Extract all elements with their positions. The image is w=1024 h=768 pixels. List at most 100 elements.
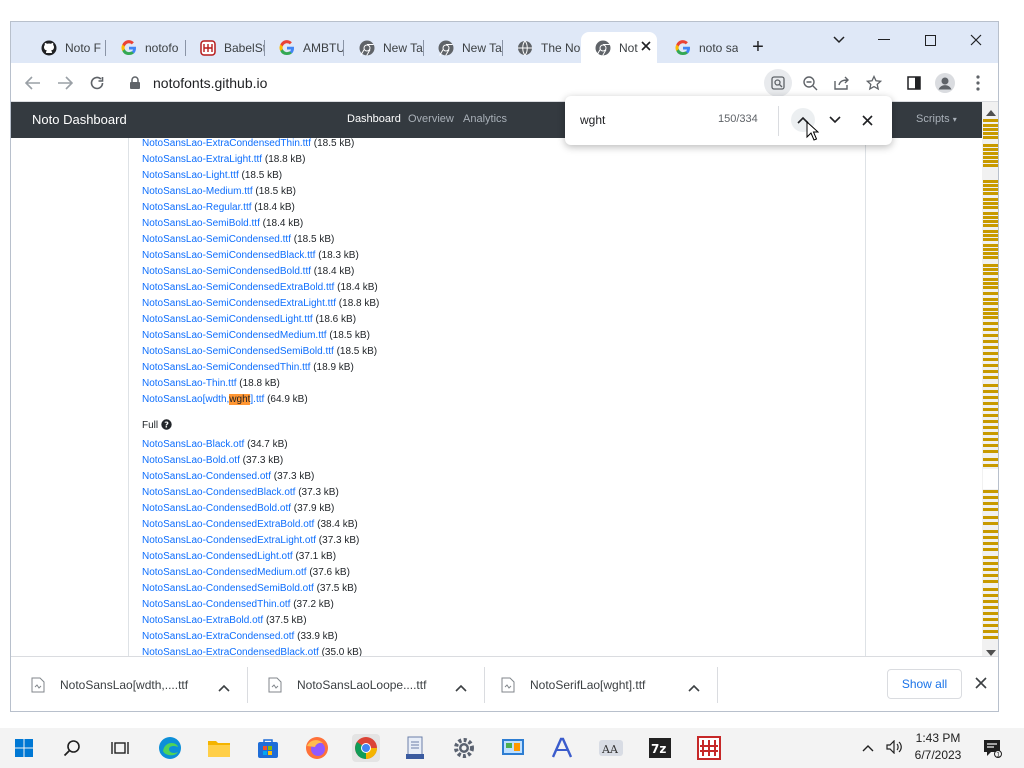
notifications-icon[interactable]: 1 (982, 738, 1002, 761)
font-file-link[interactable]: NotoSansLao-SemiCondensedSemiBold.ttf (142, 346, 334, 357)
volume-icon[interactable] (886, 739, 902, 757)
search-icon[interactable] (58, 734, 86, 762)
red-app-icon[interactable] (695, 734, 723, 762)
microsoft-store-icon[interactable] (254, 734, 282, 762)
font-file-link[interactable]: NotoSansLao-Black.otf (142, 439, 244, 450)
document-app-icon[interactable] (401, 734, 429, 762)
help-icon[interactable]: ? (161, 419, 172, 433)
font-file-link[interactable]: NotoSansLao-CondensedExtraLight.otf (142, 535, 316, 546)
7zip-icon[interactable]: 7z (646, 734, 674, 762)
page-scrollbar[interactable] (982, 102, 998, 656)
font-app-icon[interactable] (548, 734, 576, 762)
browser-tab[interactable]: The No (503, 32, 581, 63)
download-chevron-up-icon[interactable] (688, 681, 700, 695)
font-file-link[interactable]: NotoSansLao-CondensedMedium.otf (142, 567, 307, 578)
font-file-link[interactable]: NotoSansLao-Medium.ttf (142, 186, 253, 197)
font-file-link[interactable]: NotoSansLao-ExtraLight.ttf (142, 154, 262, 165)
find-next-button[interactable] (823, 108, 847, 132)
start-windows-icon[interactable] (10, 734, 38, 762)
font-file-link[interactable]: NotoSansLao-SemiCondensedBold.ttf (142, 266, 311, 277)
reload-button[interactable] (83, 69, 111, 97)
font-file-link[interactable]: NotoSansLao-SemiCondensedExtraLight.ttf (142, 298, 336, 309)
browser-tab[interactable]: Not (581, 32, 657, 63)
tab-search-chevron-icon[interactable] (819, 26, 859, 54)
find-match-marker (983, 490, 998, 493)
back-button[interactable] (19, 69, 47, 97)
close-shelf-icon[interactable] (975, 677, 987, 692)
new-tab-button[interactable]: + (746, 35, 770, 59)
control-panel-icon[interactable] (499, 734, 527, 762)
font-file-link[interactable]: NotoSansLao-SemiCondensedExtraBold.ttf (142, 282, 334, 293)
chrome-taskbar-icon[interactable] (352, 734, 380, 762)
minimize-button[interactable] (864, 26, 904, 54)
font-file-link[interactable]: NotoSansLao-SemiCondensed.ttf (142, 234, 291, 245)
font-file-link[interactable]: NotoSansLao-Light.ttf (142, 170, 239, 181)
font-file-link[interactable]: NotoSansLao-ExtraCondensedBlack.otf (142, 647, 319, 656)
nav-dashboard[interactable]: Dashboard (347, 113, 401, 125)
font-file-link[interactable]: NotoSansLao-SemiCondensedMedium.ttf (142, 330, 327, 341)
browser-tab[interactable]: BabelSt (186, 32, 264, 63)
zoom-icon[interactable] (796, 69, 824, 97)
font-file-link[interactable]: NotoSansLao-CondensedExtraBold.otf (142, 519, 314, 530)
font-file-link[interactable]: NotoSansLao-CondensedSemiBold.otf (142, 583, 314, 594)
clock-date[interactable]: 6/7/2023 (911, 748, 965, 762)
close-tab-icon[interactable] (641, 40, 651, 54)
show-all-button[interactable]: Show all (887, 669, 962, 699)
font-file-link[interactable]: NotoSansLao-Thin.ttf (142, 378, 237, 389)
font-file-link[interactable]: NotoSansLao-CondensedBlack.otf (142, 487, 295, 498)
font-file-link[interactable]: NotoSansLao-ExtraCondensed.otf (142, 631, 294, 642)
font-file-link[interactable]: NotoSansLao-SemiCondensedLight.ttf (142, 314, 313, 325)
nav-overview[interactable]: Overview (408, 113, 454, 125)
edge-icon[interactable] (156, 734, 184, 762)
font-file-link[interactable]: NotoSansLao-Condensed.otf (142, 471, 271, 482)
clock-time[interactable]: 1:43 PM (913, 731, 963, 745)
close-window-button[interactable] (956, 26, 996, 54)
font-file-link[interactable]: NotoSansLao-Regular.ttf (142, 202, 252, 213)
task-view-icon[interactable] (106, 734, 134, 762)
download-item[interactable]: NotoSansLao[wdth,....ttf (11, 657, 241, 711)
scroll-thumb[interactable] (983, 469, 998, 489)
side-panel-icon[interactable] (900, 69, 928, 97)
address-bar[interactable]: notofonts.github.io (153, 75, 267, 91)
download-item[interactable]: NotoSerifLao[wght].ttf (481, 657, 711, 711)
font-file-link[interactable]: NotoSansLao-ExtraCondensedThin.ttf (142, 138, 311, 149)
bookmark-star-icon[interactable] (860, 69, 888, 97)
find-in-page-icon[interactable] (764, 69, 792, 97)
download-item[interactable]: NotoSansLaoLoope....ttf (248, 657, 478, 711)
font-file-link[interactable]: NotoSansLao-ExtraBold.otf (142, 615, 263, 626)
font-file-link[interactable]: NotoSansLao-CondensedThin.otf (142, 599, 290, 610)
share-icon[interactable] (828, 69, 856, 97)
font-file-link[interactable]: NotoSansLao-Bold.otf (142, 455, 240, 466)
profile-avatar-icon[interactable] (931, 69, 959, 97)
find-input[interactable]: wght (580, 113, 605, 127)
download-chevron-up-icon[interactable] (218, 681, 230, 695)
forward-button[interactable] (51, 69, 79, 97)
browser-tab[interactable]: notofo (107, 32, 185, 63)
site-brand[interactable]: Noto Dashboard (32, 112, 127, 127)
font-file-link[interactable]: NotoSansLao-SemiCondensedThin.ttf (142, 362, 310, 373)
settings-gear-icon[interactable] (450, 734, 478, 762)
browser-tab[interactable]: Noto F (27, 32, 105, 63)
lock-icon[interactable] (121, 69, 149, 97)
browser-tab[interactable]: New Ta (424, 32, 502, 63)
maximize-button[interactable] (910, 26, 950, 54)
menu-kebab-icon[interactable] (964, 69, 992, 97)
variable-font-file-link[interactable]: NotoSansLao[wdth,wght].ttf (142, 394, 264, 405)
font-file-link[interactable]: NotoSansLao-CondensedLight.otf (142, 551, 293, 562)
scroll-up-arrow-icon[interactable] (986, 105, 996, 119)
tray-chevron-up-icon[interactable] (862, 741, 874, 755)
browser-tab[interactable]: noto sa (661, 32, 739, 63)
download-chevron-up-icon[interactable] (455, 681, 467, 695)
file-explorer-icon[interactable] (205, 734, 233, 762)
file-size: (34.7 kB) (247, 439, 288, 450)
font-file-link[interactable]: NotoSansLao-SemiBold.ttf (142, 218, 260, 229)
font-file-link[interactable]: NotoSansLao-CondensedBold.otf (142, 503, 291, 514)
firefox-icon[interactable] (303, 734, 331, 762)
font-file-link[interactable]: NotoSansLao-SemiCondensedBlack.ttf (142, 250, 315, 261)
nav-analytics[interactable]: Analytics (463, 113, 507, 125)
scripts-dropdown[interactable]: Scripts ▾ (916, 113, 957, 125)
browser-tab[interactable]: New Ta (345, 32, 423, 63)
browser-tab[interactable]: AMBTU (265, 32, 343, 63)
font-viewer-icon[interactable]: AA (597, 734, 625, 762)
find-close-button[interactable] (855, 108, 879, 132)
